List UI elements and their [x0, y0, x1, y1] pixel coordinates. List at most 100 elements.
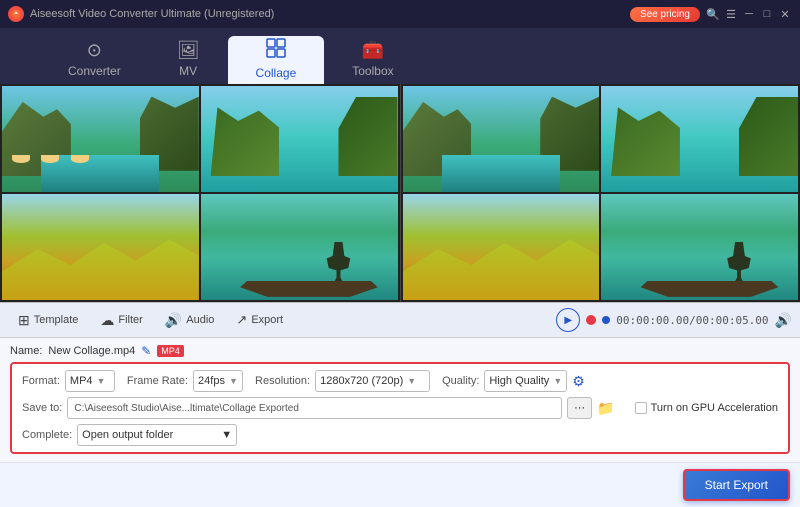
main-content: ⊞ Template ☁ Filter 🔊 Audio ↗ Export ▶ 0… [0, 84, 800, 507]
preview-cell-tl [403, 86, 600, 192]
menu-icon[interactable]: ☰ [724, 7, 738, 21]
framerate-value: 24fps [198, 375, 225, 387]
export-label: Export [251, 314, 283, 326]
format-value: MP4 [70, 375, 93, 387]
quality-value: High Quality [489, 375, 549, 387]
preview-cell-tr [601, 86, 798, 192]
export-settings-box: Format: MP4 ▼ Frame Rate: 24fps ▼ Resolu… [10, 362, 790, 454]
window-controls: 🔍 ☰ ─ □ ✕ [706, 7, 792, 21]
tab-converter[interactable]: ⊙ Converter [40, 36, 149, 84]
collage-cell-bl [2, 194, 199, 300]
filter-icon: ☁ [100, 312, 114, 329]
export-button[interactable]: ↗ Export [226, 308, 293, 333]
editing-toolbar: ⊞ Template ☁ Filter 🔊 Audio ↗ Export ▶ 0… [0, 302, 800, 338]
maximize-button[interactable]: □ [760, 7, 774, 21]
tab-toolbox-label: Toolbox [352, 64, 393, 78]
resolution-value: 1280x720 (720p) [320, 375, 403, 387]
tab-toolbox[interactable]: 🧰 Toolbox [324, 36, 421, 84]
gpu-acceleration-field: Turn on GPU Acceleration [635, 402, 778, 414]
close-button[interactable]: ✕ [778, 7, 792, 21]
collage-icon [266, 38, 286, 63]
edit-name-icon[interactable]: ✎ [141, 344, 151, 358]
template-icon: ⊞ [18, 312, 30, 329]
tab-mv-label: MV [179, 64, 197, 78]
time-display: 00:00:00.00/00:00:05.00 [616, 314, 768, 327]
settings-row-3: Complete: Open output folder ▼ [22, 424, 778, 446]
tab-collage[interactable]: Collage [228, 36, 325, 84]
quality-select[interactable]: High Quality ▼ [484, 370, 567, 392]
gpu-label: Turn on GPU Acceleration [651, 402, 778, 414]
search-icon[interactable]: 🔍 [706, 7, 720, 21]
audio-button[interactable]: 🔊 Audio [155, 308, 225, 333]
filter-button[interactable]: ☁ Filter [90, 308, 152, 333]
toolbar-right: ▶ 00:00:00.00/00:00:05.00 🔊 [556, 308, 792, 332]
volume-icon[interactable]: 🔊 [775, 312, 792, 329]
collage-left-panel [0, 84, 401, 302]
converter-icon: ⊙ [87, 40, 102, 61]
titlebar: Aiseesoft Video Converter Ultimate (Unre… [0, 0, 800, 28]
format-arrow-icon: ▼ [97, 376, 106, 386]
play-button[interactable]: ▶ [556, 308, 580, 332]
name-value: New Collage.mp4 [48, 345, 135, 357]
saveto-field: Save to: C:\Aiseesoft Studio\Aise...ltim… [22, 397, 615, 419]
complete-value: Open output folder [82, 429, 173, 441]
app-logo [8, 6, 24, 22]
quality-arrow-icon: ▼ [553, 376, 562, 386]
progress-indicator [602, 316, 610, 324]
preview-cell-br [601, 194, 798, 300]
collage-cell-br [201, 194, 398, 300]
saveto-label: Save to: [22, 402, 62, 414]
preview-right-panel [401, 84, 800, 302]
complete-arrow-icon: ▼ [221, 429, 232, 441]
framerate-arrow-icon: ▼ [229, 376, 238, 386]
name-label: Name: [10, 345, 42, 357]
saveto-path[interactable]: C:\Aiseesoft Studio\Aise...ltimate\Colla… [67, 397, 562, 419]
complete-field: Complete: Open output folder ▼ [22, 424, 237, 446]
settings-row-1: Format: MP4 ▼ Frame Rate: 24fps ▼ Resolu… [22, 370, 778, 392]
saveto-path-value: C:\Aiseesoft Studio\Aise...ltimate\Colla… [74, 403, 299, 414]
complete-select[interactable]: Open output folder ▼ [77, 424, 237, 446]
resolution-field: Resolution: 1280x720 (720p) ▼ [255, 370, 430, 392]
tab-mv[interactable]: 🖼 MV [149, 36, 228, 84]
format-label: Format: [22, 375, 60, 387]
folder-icon[interactable]: 📁 [597, 400, 614, 417]
settings-area: Name: New Collage.mp4 ✎ MP4 Format: MP4 … [0, 338, 800, 462]
preview-cell-bl [403, 194, 600, 300]
gpu-checkbox[interactable] [635, 402, 647, 414]
preview-area [0, 84, 800, 302]
resolution-label: Resolution: [255, 375, 310, 387]
framerate-label: Frame Rate: [127, 375, 188, 387]
template-label: Template [34, 314, 79, 326]
complete-label: Complete: [22, 429, 72, 441]
resolution-select[interactable]: 1280x720 (720p) ▼ [315, 370, 430, 392]
tab-collage-label: Collage [256, 66, 297, 80]
format-select[interactable]: MP4 ▼ [65, 370, 115, 392]
bottom-bar: Start Export [0, 462, 800, 507]
quality-settings-icon[interactable]: ⚙ [572, 373, 585, 390]
quality-label: Quality: [442, 375, 479, 387]
name-row: Name: New Collage.mp4 ✎ MP4 [10, 344, 790, 358]
start-export-button[interactable]: Start Export [683, 469, 790, 501]
resolution-arrow-icon: ▼ [407, 376, 416, 386]
record-indicator [586, 315, 596, 325]
filter-label: Filter [118, 314, 142, 326]
format-badge: MP4 [157, 345, 184, 357]
audio-label: Audio [186, 314, 214, 326]
mv-icon: 🖼 [177, 40, 200, 61]
export-icon: ↗ [236, 312, 247, 328]
browse-button[interactable]: ··· [567, 397, 592, 419]
settings-row-2: Save to: C:\Aiseesoft Studio\Aise...ltim… [22, 397, 778, 419]
framerate-select[interactable]: 24fps ▼ [193, 370, 243, 392]
toolbar-left: ⊞ Template ☁ Filter 🔊 Audio ↗ Export [8, 308, 554, 333]
minimize-button[interactable]: ─ [742, 7, 756, 21]
format-field: Format: MP4 ▼ [22, 370, 115, 392]
quality-field: Quality: High Quality ▼ ⚙ [442, 370, 585, 392]
toolbox-icon: 🧰 [362, 40, 384, 61]
tab-converter-label: Converter [68, 64, 121, 78]
audio-icon: 🔊 [165, 312, 182, 329]
see-pricing-button[interactable]: See pricing [630, 7, 700, 22]
collage-cell-tr [201, 86, 398, 192]
template-button[interactable]: ⊞ Template [8, 308, 88, 333]
nav-tabs: ⊙ Converter 🖼 MV Collage 🧰 Toolbox [0, 28, 800, 84]
app-title: Aiseesoft Video Converter Ultimate (Unre… [30, 8, 624, 20]
